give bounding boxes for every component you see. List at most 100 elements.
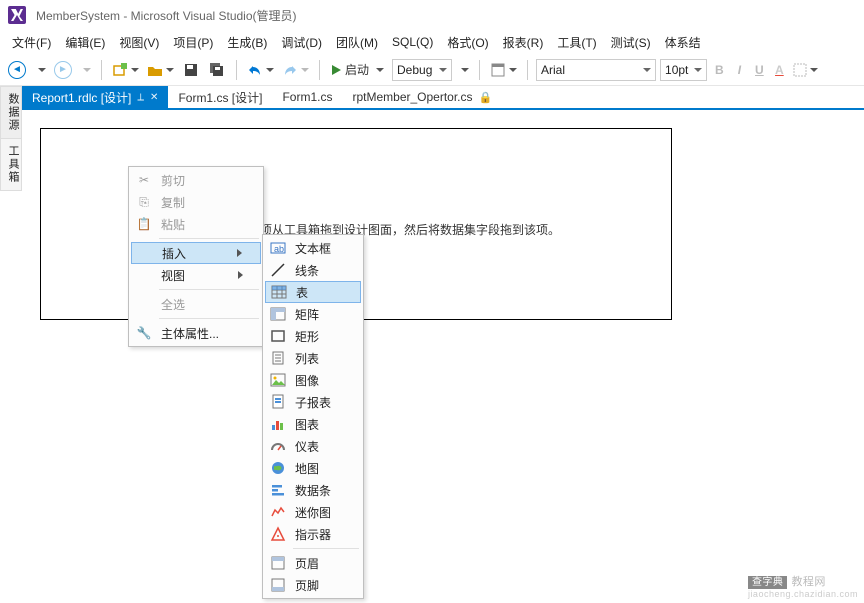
watermark: 查字典教程网 jiaocheng.chazidian.com	[748, 573, 858, 599]
config-value: Debug	[397, 63, 432, 77]
menu-arch[interactable]: 体系结	[659, 31, 707, 54]
insert-gauge[interactable]: 仪表	[265, 435, 361, 457]
tab-form1-cs[interactable]: Form1.cs	[272, 86, 342, 108]
insert-rect[interactable]: 矩形	[265, 325, 361, 347]
insert-matrix[interactable]: 矩阵	[265, 303, 361, 325]
close-icon[interactable]: ✕	[150, 92, 158, 103]
insert-image[interactable]: 图像	[265, 369, 361, 391]
insert-item-label: 图像	[295, 372, 319, 389]
insert-footer[interactable]: 页脚	[265, 574, 361, 596]
toolbar: ◄ ► 启动 Debug Arial 10pt B I U A	[0, 54, 864, 86]
undo-button[interactable]	[245, 59, 276, 81]
watermark-badge: 查字典	[748, 576, 788, 589]
config-combo[interactable]: Debug	[392, 59, 452, 81]
ctx-body-properties[interactable]: 🔧 主体属性...	[131, 322, 261, 344]
border-button[interactable]	[791, 59, 820, 81]
tab-label: Report1.rdlc [设计]	[32, 89, 131, 106]
pin-icon[interactable]: ⟂	[137, 92, 144, 103]
nav-back-dd[interactable]	[32, 59, 48, 81]
ctx-paste: 📋 粘贴	[131, 213, 261, 235]
nav-back-button[interactable]: ◄	[6, 59, 28, 81]
ctx-select-all: 全选	[131, 293, 261, 315]
lock-icon: 🔒	[479, 91, 493, 104]
font-size-combo[interactable]: 10pt	[660, 59, 707, 81]
map-icon	[269, 460, 287, 476]
insert-textbox[interactable]: ab文本框	[265, 237, 361, 259]
menu-build[interactable]: 生成(B)	[221, 31, 273, 54]
ctx-insert[interactable]: 插入	[131, 242, 261, 264]
menu-test[interactable]: 测试(S)	[605, 31, 657, 54]
solution-explorer-button[interactable]	[488, 59, 519, 81]
ctx-label: 复制	[161, 194, 185, 211]
insert-table[interactable]: 表	[265, 281, 361, 303]
font-family-combo[interactable]: Arial	[536, 59, 656, 81]
insert-databar[interactable]: 数据条	[265, 479, 361, 501]
tab-label: Form1.cs [设计]	[178, 89, 262, 106]
insert-item-label: 页眉	[295, 555, 319, 572]
insert-chart[interactable]: 图表	[265, 413, 361, 435]
insert-subreport[interactable]: 子报表	[265, 391, 361, 413]
menu-sql[interactable]: SQL(Q)	[386, 32, 439, 52]
menu-file[interactable]: 文件(F)	[6, 31, 57, 54]
font-family-value: Arial	[541, 63, 565, 77]
blank-icon	[135, 296, 153, 312]
new-project-button[interactable]	[110, 59, 141, 81]
ctx-label: 剪切	[161, 172, 185, 189]
insert-item-label: 指示器	[295, 526, 331, 543]
menu-team[interactable]: 团队(M)	[330, 31, 384, 54]
menu-edit[interactable]: 编辑(E)	[59, 31, 111, 54]
image-icon	[269, 372, 287, 388]
insert-item-label: 文本框	[295, 240, 331, 257]
insert-item-label: 矩形	[295, 328, 319, 345]
paste-icon: 📋	[135, 216, 153, 232]
config-dd[interactable]	[456, 59, 471, 81]
menu-project[interactable]: 项目(P)	[167, 31, 219, 54]
window-title: MemberSystem - Microsoft Visual Studio(管…	[36, 7, 297, 24]
ctx-view[interactable]: 视图	[131, 264, 261, 286]
ctx-label: 视图	[161, 267, 185, 284]
save-button[interactable]	[180, 59, 202, 81]
ctx-label: 全选	[161, 296, 185, 313]
insert-item-label: 表	[296, 284, 308, 301]
ctx-cut: ✂ 剪切	[131, 169, 261, 191]
tab-report1[interactable]: Report1.rdlc [设计] ⟂ ✕	[22, 86, 168, 108]
insert-item-label: 列表	[295, 350, 319, 367]
insert-list[interactable]: 列表	[265, 347, 361, 369]
insert-map[interactable]: 地图	[265, 457, 361, 479]
menu-debug[interactable]: 调试(D)	[275, 31, 328, 54]
insert-item-label: 子报表	[295, 394, 331, 411]
play-icon	[332, 65, 341, 75]
tab-label: rptMember_Opertor.cs	[352, 90, 472, 104]
tab-label: Form1.cs	[282, 90, 332, 104]
header-icon	[269, 555, 287, 571]
menu-format[interactable]: 格式(O)	[441, 31, 494, 54]
ctx-label: 主体属性...	[161, 325, 219, 342]
sidepanel-datasource[interactable]: 数据源	[0, 86, 22, 139]
insert-item-label: 数据条	[295, 482, 331, 499]
menu-tools[interactable]: 工具(T)	[551, 31, 602, 54]
redo-button[interactable]	[280, 59, 311, 81]
blank-icon	[135, 267, 153, 283]
insert-line[interactable]: 线条	[265, 259, 361, 281]
titlebar: MemberSystem - Microsoft Visual Studio(管…	[0, 0, 864, 30]
insert-header[interactable]: 页眉	[265, 552, 361, 574]
menu-report[interactable]: 报表(R)	[497, 31, 550, 54]
blank-icon	[136, 245, 154, 261]
save-all-button[interactable]	[206, 59, 228, 81]
tab-form1-design[interactable]: Form1.cs [设计]	[168, 86, 272, 108]
sidepanel-toolbox[interactable]: 工具箱	[0, 138, 22, 191]
cut-icon: ✂	[135, 172, 153, 188]
tab-rptmember[interactable]: rptMember_Opertor.cs 🔒	[342, 86, 502, 108]
insert-indicator[interactable]: 指示器	[265, 523, 361, 545]
start-debug-button[interactable]: 启动	[328, 59, 388, 81]
underline-button[interactable]: U	[751, 59, 767, 81]
insert-sparkline[interactable]: 迷你图	[265, 501, 361, 523]
nav-forward-dd	[78, 59, 93, 81]
italic-button[interactable]: I	[731, 59, 747, 81]
font-color-button[interactable]: A	[771, 59, 787, 81]
menu-view[interactable]: 视图(V)	[113, 31, 165, 54]
rect-icon	[269, 328, 287, 344]
open-file-button[interactable]	[145, 59, 176, 81]
bold-button[interactable]: B	[711, 59, 727, 81]
list-icon	[269, 350, 287, 366]
